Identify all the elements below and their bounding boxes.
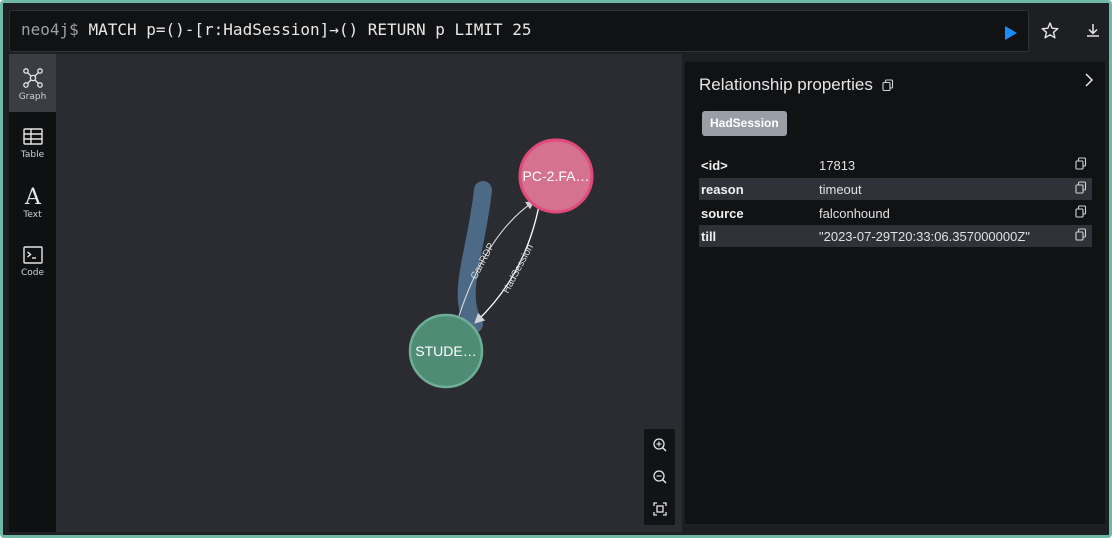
svg-text:A: A: [24, 185, 42, 208]
property-key: till: [701, 229, 717, 244]
fit-screen-icon: [653, 502, 667, 516]
nav-text-label: Text: [23, 210, 42, 220]
favorite-button[interactable]: [1039, 20, 1061, 42]
graph-icon: [22, 68, 43, 88]
rel-hadsession-label: HadSession: [501, 243, 536, 296]
nav-code[interactable]: Code: [9, 232, 56, 290]
properties-panel: Relationship properties HadSession <id> …: [685, 62, 1105, 524]
run-button[interactable]: [1000, 23, 1020, 43]
nav-table-label: Table: [20, 150, 45, 160]
nav-graph-label: Graph: [18, 92, 47, 102]
download-button[interactable]: [1082, 20, 1104, 42]
nav-table[interactable]: Table: [9, 114, 56, 172]
zoom-in-button[interactable]: [649, 434, 671, 456]
property-value: "2023-07-29T20:33:06.357000000Z": [819, 229, 1030, 244]
fit-screen-button[interactable]: [649, 498, 671, 520]
text-icon: A: [24, 185, 42, 208]
property-value: timeout: [819, 182, 862, 197]
property-value: falconhound: [819, 206, 890, 221]
code-icon: [22, 246, 43, 264]
relationship-type-chip[interactable]: HadSession: [702, 111, 787, 136]
graph-canvas[interactable]: CanRDP HadSession PC-2.FA… STUDE…: [56, 54, 682, 532]
property-value: 17813: [819, 158, 856, 173]
download-icon: [1087, 24, 1099, 37]
play-icon: [1005, 26, 1017, 40]
zoom-out-button[interactable]: [649, 466, 671, 488]
copy-icon[interactable]: [1075, 157, 1087, 171]
query-editor[interactable]: neo4j$ MATCH p=()-[r:HadSession]→() RETU…: [9, 10, 1029, 52]
zoom-controls: [644, 429, 675, 525]
query-prompt: neo4j$: [21, 20, 79, 39]
property-row: reason timeout: [699, 178, 1092, 200]
property-row: till "2023-07-29T20:33:06.357000000Z": [699, 225, 1092, 247]
copy-icon[interactable]: [1075, 181, 1087, 195]
property-key: source: [701, 206, 744, 221]
property-key: reason: [701, 182, 744, 197]
copy-icon[interactable]: [1075, 205, 1087, 219]
nav-code-label: Code: [20, 268, 45, 278]
query-text[interactable]: neo4j$ MATCH p=()-[r:HadSession]→() RETU…: [21, 20, 532, 39]
zoom-out-icon: [653, 470, 667, 484]
nav-text[interactable]: A Text: [9, 172, 56, 230]
app-window: neo4j$ MATCH p=()-[r:HadSession]→() RETU…: [0, 0, 1112, 538]
property-row: <id> 17813: [699, 154, 1092, 176]
nav-graph[interactable]: Graph: [9, 54, 56, 112]
collapse-panel-button[interactable]: [1081, 70, 1097, 90]
chevron-right-icon: [1085, 73, 1094, 87]
star-icon: [1041, 22, 1059, 39]
copy-icon[interactable]: [1075, 228, 1087, 242]
copy-icon[interactable]: [882, 79, 894, 92]
table-icon: [22, 128, 43, 145]
zoom-in-icon: [653, 438, 667, 452]
property-row: source falconhound: [699, 202, 1092, 224]
panel-title: Relationship properties: [699, 75, 873, 94]
graph-visualization: CanRDP HadSession PC-2.FA… STUDE…: [408, 138, 594, 389]
view-switcher: Graph Table A Text Code: [9, 54, 56, 532]
query-statement[interactable]: MATCH p=()-[r:HadSession]→() RETURN p LI…: [88, 20, 531, 39]
node-pc-label: PC-2.FA…: [523, 168, 590, 184]
property-key: <id>: [701, 158, 728, 173]
node-student-label: STUDE…: [415, 343, 476, 359]
